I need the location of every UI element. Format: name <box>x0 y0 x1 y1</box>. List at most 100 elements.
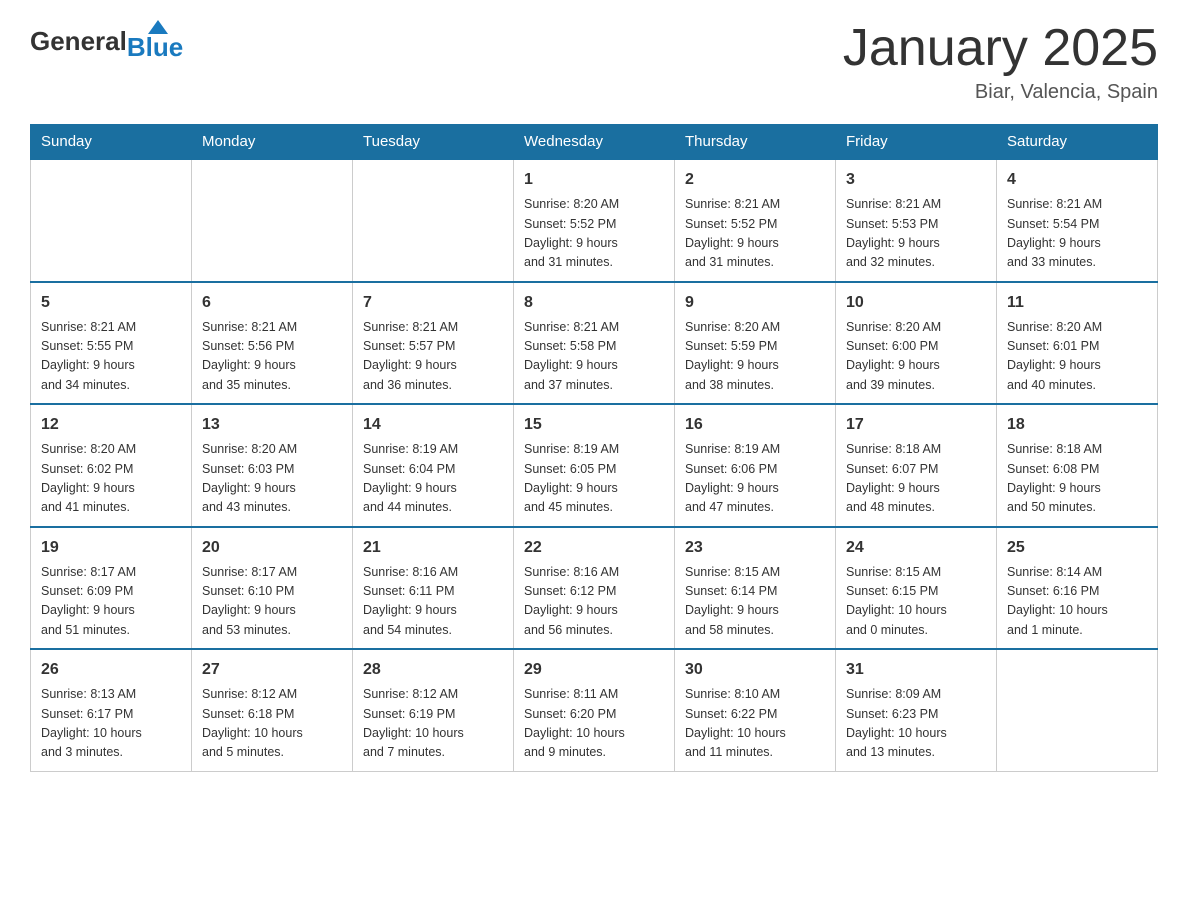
calendar-cell <box>997 649 1158 771</box>
day-number: 18 <box>1007 413 1147 437</box>
day-info: Sunrise: 8:15 AM Sunset: 6:15 PM Dayligh… <box>846 563 986 641</box>
weekday-header-wednesday: Wednesday <box>514 125 675 160</box>
calendar-cell: 3 Sunrise: 8:21 AM Sunset: 5:53 PM Daylig… <box>836 159 997 282</box>
day-info: Sunrise: 8:19 AM Sunset: 6:04 PM Dayligh… <box>363 440 503 518</box>
day-info: Sunrise: 8:12 AM Sunset: 6:19 PM Dayligh… <box>363 685 503 763</box>
calendar-cell: 22 Sunrise: 8:16 AM Sunset: 6:12 PM Dayli… <box>514 527 675 650</box>
day-info: Sunrise: 8:20 AM Sunset: 6:00 PM Dayligh… <box>846 318 986 396</box>
calendar-cell <box>353 159 514 282</box>
day-info: Sunrise: 8:20 AM Sunset: 6:03 PM Dayligh… <box>202 440 342 518</box>
calendar-cell: 18 Sunrise: 8:18 AM Sunset: 6:08 PM Dayli… <box>997 404 1158 527</box>
day-info: Sunrise: 8:21 AM Sunset: 5:53 PM Dayligh… <box>846 195 986 273</box>
day-number: 20 <box>202 536 342 560</box>
location-text: Biar, Valencia, Spain <box>843 81 1158 104</box>
calendar-cell: 2 Sunrise: 8:21 AM Sunset: 5:52 PM Daylig… <box>675 159 836 282</box>
day-number: 26 <box>41 658 181 682</box>
weekday-header-tuesday: Tuesday <box>353 125 514 160</box>
calendar-cell: 15Sunrise: 8:19 AM Sunset: 6:05 PM Dayli… <box>514 404 675 527</box>
day-info: Sunrise: 8:10 AM Sunset: 6:22 PM Dayligh… <box>685 685 825 763</box>
calendar-cell: 19 Sunrise: 8:17 AM Sunset: 6:09 PM Dayli… <box>31 527 192 650</box>
weekday-header-sunday: Sunday <box>31 125 192 160</box>
calendar-cell: 10 Sunrise: 8:20 AM Sunset: 6:00 PM Dayli… <box>836 282 997 405</box>
calendar-cell: 9 Sunrise: 8:20 AM Sunset: 5:59 PM Daylig… <box>675 282 836 405</box>
day-info: Sunrise: 8:13 AM Sunset: 6:17 PM Dayligh… <box>41 685 181 763</box>
day-number: 24 <box>846 536 986 560</box>
day-info: Sunrise: 8:21 AM Sunset: 5:56 PM Dayligh… <box>202 318 342 396</box>
day-info: Sunrise: 8:21 AM Sunset: 5:55 PM Dayligh… <box>41 318 181 396</box>
calendar-cell: 24 Sunrise: 8:15 AM Sunset: 6:15 PM Dayli… <box>836 527 997 650</box>
week-row-5: 26 Sunrise: 8:13 AM Sunset: 6:17 PM Dayli… <box>31 649 1158 771</box>
calendar-cell: 6 Sunrise: 8:21 AM Sunset: 5:56 PM Daylig… <box>192 282 353 405</box>
day-number: 2 <box>685 168 825 192</box>
day-number: 13 <box>202 413 342 437</box>
day-number: 4 <box>1007 168 1147 192</box>
day-number: 22 <box>524 536 664 560</box>
logo-general-text: General <box>30 26 127 57</box>
calendar-cell: 14 Sunrise: 8:19 AM Sunset: 6:04 PM Dayli… <box>353 404 514 527</box>
day-number: 29 <box>524 658 664 682</box>
calendar-cell: 1Sunrise: 8:20 AM Sunset: 5:52 PM Daylig… <box>514 159 675 282</box>
day-number: 11 <box>1007 291 1147 315</box>
day-number: 3 <box>846 168 986 192</box>
day-info: Sunrise: 8:16 AM Sunset: 6:11 PM Dayligh… <box>363 563 503 641</box>
day-number: 17 <box>846 413 986 437</box>
day-info: Sunrise: 8:12 AM Sunset: 6:18 PM Dayligh… <box>202 685 342 763</box>
calendar-cell: 30 Sunrise: 8:10 AM Sunset: 6:22 PM Dayli… <box>675 649 836 771</box>
calendar-cell: 31Sunrise: 8:09 AM Sunset: 6:23 PM Dayli… <box>836 649 997 771</box>
week-row-3: 12 Sunrise: 8:20 AM Sunset: 6:02 PM Dayli… <box>31 404 1158 527</box>
logo-blue-block: Blue <box>127 20 183 63</box>
calendar-cell: 25 Sunrise: 8:14 AM Sunset: 6:16 PM Dayli… <box>997 527 1158 650</box>
day-info: Sunrise: 8:18 AM Sunset: 6:08 PM Dayligh… <box>1007 440 1147 518</box>
calendar-cell: 27Sunrise: 8:12 AM Sunset: 6:18 PM Dayli… <box>192 649 353 771</box>
weekday-header-friday: Friday <box>836 125 997 160</box>
day-info: Sunrise: 8:21 AM Sunset: 5:54 PM Dayligh… <box>1007 195 1147 273</box>
day-info: Sunrise: 8:21 AM Sunset: 5:52 PM Dayligh… <box>685 195 825 273</box>
day-number: 10 <box>846 291 986 315</box>
calendar-cell: 21 Sunrise: 8:16 AM Sunset: 6:11 PM Dayli… <box>353 527 514 650</box>
calendar-cell: 7Sunrise: 8:21 AM Sunset: 5:57 PM Daylig… <box>353 282 514 405</box>
day-info: Sunrise: 8:16 AM Sunset: 6:12 PM Dayligh… <box>524 563 664 641</box>
calendar-cell: 13 Sunrise: 8:20 AM Sunset: 6:03 PM Dayli… <box>192 404 353 527</box>
week-row-1: 1Sunrise: 8:20 AM Sunset: 5:52 PM Daylig… <box>31 159 1158 282</box>
day-number: 12 <box>41 413 181 437</box>
day-number: 19 <box>41 536 181 560</box>
day-number: 9 <box>685 291 825 315</box>
day-info: Sunrise: 8:21 AM Sunset: 5:57 PM Dayligh… <box>363 318 503 396</box>
calendar-cell: 4 Sunrise: 8:21 AM Sunset: 5:54 PM Daylig… <box>997 159 1158 282</box>
day-info: Sunrise: 8:19 AM Sunset: 6:05 PM Dayligh… <box>524 440 664 518</box>
calendar-cell: 26 Sunrise: 8:13 AM Sunset: 6:17 PM Dayli… <box>31 649 192 771</box>
day-number: 30 <box>685 658 825 682</box>
day-number: 25 <box>1007 536 1147 560</box>
day-info: Sunrise: 8:20 AM Sunset: 6:02 PM Dayligh… <box>41 440 181 518</box>
day-number: 5 <box>41 291 181 315</box>
calendar-cell <box>31 159 192 282</box>
weekday-header-thursday: Thursday <box>675 125 836 160</box>
day-number: 23 <box>685 536 825 560</box>
logo-blue-text: Blue <box>127 32 183 63</box>
day-number: 14 <box>363 413 503 437</box>
calendar-cell: 8 Sunrise: 8:21 AM Sunset: 5:58 PM Daylig… <box>514 282 675 405</box>
calendar-cell: 29Sunrise: 8:11 AM Sunset: 6:20 PM Dayli… <box>514 649 675 771</box>
day-info: Sunrise: 8:21 AM Sunset: 5:58 PM Dayligh… <box>524 318 664 396</box>
week-row-2: 5 Sunrise: 8:21 AM Sunset: 5:55 PM Daylig… <box>31 282 1158 405</box>
calendar-cell: 20 Sunrise: 8:17 AM Sunset: 6:10 PM Dayli… <box>192 527 353 650</box>
weekday-header-row: SundayMondayTuesdayWednesdayThursdayFrid… <box>31 125 1158 160</box>
day-info: Sunrise: 8:09 AM Sunset: 6:23 PM Dayligh… <box>846 685 986 763</box>
day-number: 8 <box>524 291 664 315</box>
logo: General Blue <box>30 20 183 63</box>
day-info: Sunrise: 8:20 AM Sunset: 5:59 PM Dayligh… <box>685 318 825 396</box>
calendar-cell: 11 Sunrise: 8:20 AM Sunset: 6:01 PM Dayli… <box>997 282 1158 405</box>
day-info: Sunrise: 8:14 AM Sunset: 6:16 PM Dayligh… <box>1007 563 1147 641</box>
day-info: Sunrise: 8:20 AM Sunset: 6:01 PM Dayligh… <box>1007 318 1147 396</box>
weekday-header-saturday: Saturday <box>997 125 1158 160</box>
day-number: 6 <box>202 291 342 315</box>
day-number: 1 <box>524 168 664 192</box>
weekday-header-monday: Monday <box>192 125 353 160</box>
day-number: 16 <box>685 413 825 437</box>
calendar-cell: 5 Sunrise: 8:21 AM Sunset: 5:55 PM Daylig… <box>31 282 192 405</box>
calendar-cell <box>192 159 353 282</box>
day-number: 21 <box>363 536 503 560</box>
day-info: Sunrise: 8:17 AM Sunset: 6:09 PM Dayligh… <box>41 563 181 641</box>
calendar-cell: 16Sunrise: 8:19 AM Sunset: 6:06 PM Dayli… <box>675 404 836 527</box>
day-info: Sunrise: 8:17 AM Sunset: 6:10 PM Dayligh… <box>202 563 342 641</box>
